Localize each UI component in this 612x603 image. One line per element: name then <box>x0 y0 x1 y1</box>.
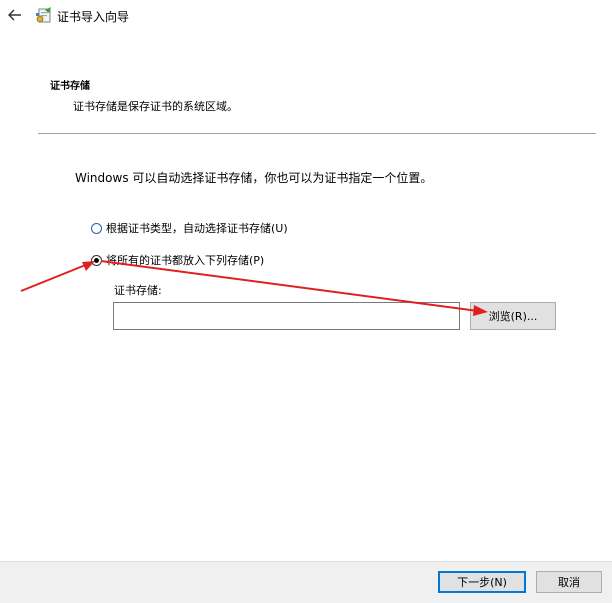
radio-auto-select[interactable] <box>91 222 102 234</box>
header-divider <box>38 133 596 134</box>
radio-place-all[interactable] <box>91 254 102 266</box>
certificate-store-field[interactable] <box>113 302 460 330</box>
browse-button[interactable]: 浏览(R)... <box>470 302 556 330</box>
section-description: 证书存储是保存证书的系统区域。 <box>73 100 238 113</box>
radio-place-all-option[interactable]: 将所有的证书都放入下列存储(P) <box>91 252 264 268</box>
radio-auto-select-option[interactable]: 根据证书类型，自动选择证书存储(U) <box>91 220 288 236</box>
certificate-wizard-icon <box>35 7 53 24</box>
back-arrow-icon <box>8 9 21 21</box>
cancel-button[interactable]: 取消 <box>536 571 602 593</box>
section-title: 证书存储 <box>50 81 90 92</box>
radio-auto-select-label[interactable]: 根据证书类型，自动选择证书存储(U) <box>106 220 288 236</box>
wizard-title: 证书导入向导 <box>57 10 130 24</box>
back-button[interactable] <box>4 4 26 26</box>
certificate-store-label: 证书存储: <box>114 284 162 297</box>
radio-place-all-label[interactable]: 将所有的证书都放入下列存储(P) <box>106 252 264 268</box>
intro-text: Windows 可以自动选择证书存储，你也可以为证书指定一个位置。 <box>75 171 433 185</box>
annotation-arrow-to-radio <box>20 261 95 292</box>
radio-selected-dot <box>94 257 99 263</box>
next-button[interactable]: 下一步(N) <box>438 571 526 593</box>
